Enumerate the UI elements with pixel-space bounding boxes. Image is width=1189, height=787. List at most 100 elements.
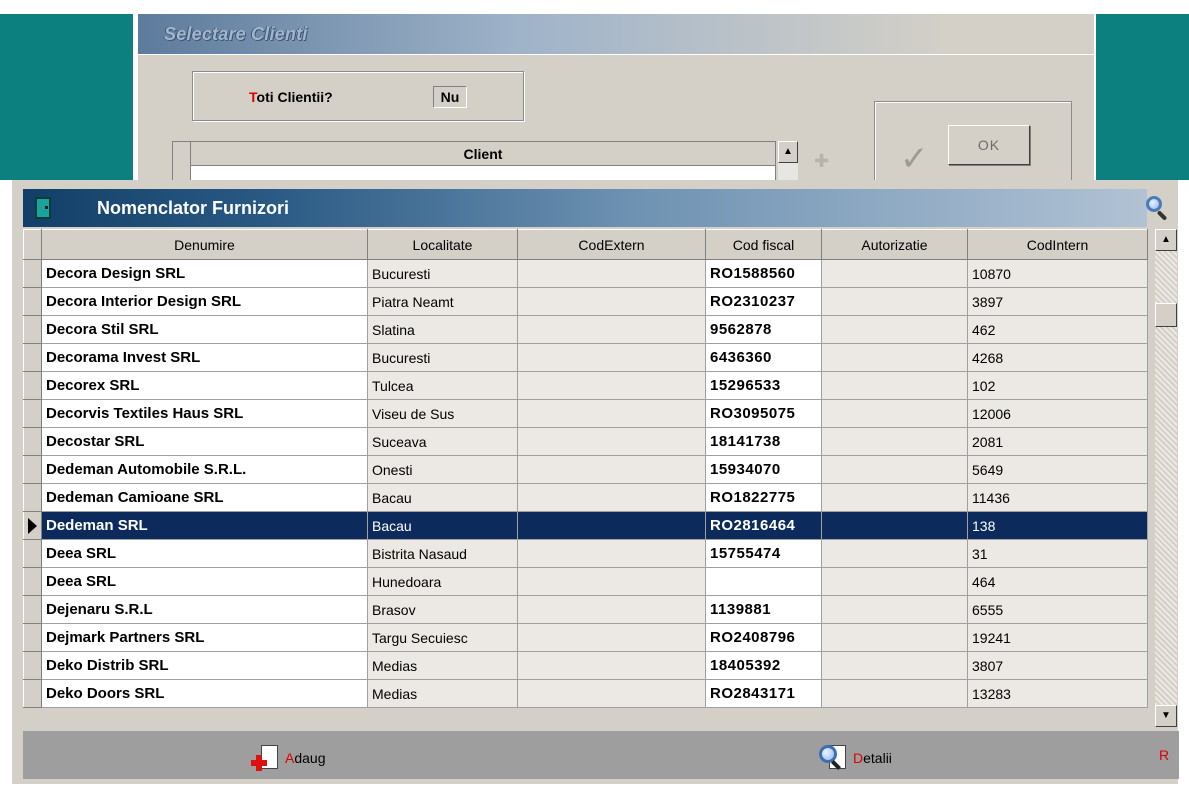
cell-codintern[interactable]: 3897 [967,287,1148,316]
cell-localitate[interactable]: Suceava [367,427,518,456]
cell-codextern[interactable] [517,427,706,456]
suppliers-grid[interactable]: Denumire Localitate CodExtern Cod fiscal… [23,229,1148,729]
row-indicator[interactable] [23,679,42,708]
scroll-thumb[interactable] [1155,303,1177,327]
cell-localitate[interactable]: Targu Secuiesc [367,623,518,652]
cell-codextern[interactable] [517,315,706,344]
scroll-down-button[interactable]: ▼ [1155,705,1177,727]
cell-codextern[interactable] [517,371,706,400]
cell-codextern[interactable] [517,595,706,624]
toti-clientii-value[interactable]: Nu [433,86,467,108]
table-row[interactable]: Decora Design SRL Bucuresti RO1588560 10870 [23,259,1148,288]
cell-cod-fiscal[interactable]: RO2816464 [705,511,822,540]
cell-codintern[interactable]: 462 [967,315,1148,344]
cell-autorizatie[interactable] [821,371,968,400]
cell-denumire[interactable]: Decorex SRL [41,371,368,400]
scroll-up-button[interactable]: ▲ [778,141,798,163]
cell-localitate[interactable]: Medias [367,679,518,708]
ok-button[interactable]: OK [948,125,1030,165]
cell-codextern[interactable] [517,651,706,680]
cell-codextern[interactable] [517,259,706,288]
cell-codintern[interactable]: 4268 [967,343,1148,372]
cell-cod-fiscal[interactable]: RO2843171 [705,679,822,708]
cell-codextern[interactable] [517,567,706,596]
table-row[interactable]: Deko Doors SRL Medias RO2843171 13283 [23,679,1148,708]
cell-localitate[interactable]: Bacau [367,511,518,540]
cell-cod-fiscal[interactable]: 15296533 [705,371,822,400]
cell-autorizatie[interactable] [821,679,968,708]
row-indicator[interactable] [23,567,42,596]
cell-localitate[interactable]: Brasov [367,595,518,624]
cell-cod-fiscal[interactable]: 18141738 [705,427,822,456]
cell-localitate[interactable]: Bacau [367,483,518,512]
cell-codintern[interactable]: 138 [967,511,1148,540]
cell-codextern[interactable] [517,539,706,568]
cell-denumire[interactable]: Decorvis Textiles Haus SRL [41,399,368,428]
table-row[interactable]: Decorex SRL Tulcea 15296533 102 [23,371,1148,400]
table-row[interactable]: Deea SRL Bistrita Nasaud 15755474 31 [23,539,1148,568]
cell-autorizatie[interactable] [821,315,968,344]
detalii-button[interactable]: Detalii [819,743,892,773]
row-indicator[interactable] [23,595,42,624]
column-header-codextern[interactable]: CodExtern [517,229,706,260]
cell-denumire[interactable]: Deko Distrib SRL [41,651,368,680]
row-indicator[interactable] [23,315,42,344]
cell-autorizatie[interactable] [821,539,968,568]
cell-autorizatie[interactable] [821,595,968,624]
cell-denumire[interactable]: Dejenaru S.R.L [41,595,368,624]
cell-denumire[interactable]: Dedeman SRL [41,511,368,540]
table-row[interactable]: Dedeman SRL Bacau RO2816464 138 [23,511,1148,540]
cell-cod-fiscal[interactable]: 15755474 [705,539,822,568]
row-indicator[interactable] [23,483,42,512]
cell-denumire[interactable]: Decora Interior Design SRL [41,287,368,316]
cell-cod-fiscal[interactable] [705,567,822,596]
client-grid[interactable]: Client [172,141,776,182]
cell-codextern[interactable] [517,623,706,652]
table-row[interactable]: Decostar SRL Suceava 18141738 2081 [23,427,1148,456]
row-indicator[interactable] [23,427,42,456]
cell-cod-fiscal[interactable]: 6436360 [705,343,822,372]
table-row[interactable]: Dedeman Camioane SRL Bacau RO1822775 11436 [23,483,1148,512]
cell-denumire[interactable]: Deea SRL [41,567,368,596]
cell-localitate[interactable]: Tulcea [367,371,518,400]
cell-codextern[interactable] [517,511,706,540]
row-indicator[interactable] [23,623,42,652]
cell-denumire[interactable]: Decora Design SRL [41,259,368,288]
cell-localitate[interactable]: Viseu de Sus [367,399,518,428]
cell-autorizatie[interactable] [821,343,968,372]
cell-denumire[interactable]: Deko Doors SRL [41,679,368,708]
cell-cod-fiscal[interactable]: RO1822775 [705,483,822,512]
column-header-codintern[interactable]: CodIntern [967,229,1148,260]
client-column-header[interactable]: Client [191,142,775,166]
adaug-button[interactable]: Adaug [251,743,326,773]
cell-autorizatie[interactable] [821,399,968,428]
cell-codintern[interactable]: 11436 [967,483,1148,512]
cell-cod-fiscal[interactable]: 1139881 [705,595,822,624]
cell-codintern[interactable]: 31 [967,539,1148,568]
cell-codintern[interactable]: 3807 [967,651,1148,680]
row-indicator[interactable] [23,455,42,484]
cell-denumire[interactable]: Dejmark Partners SRL [41,623,368,652]
cell-codintern[interactable]: 2081 [967,427,1148,456]
cell-autorizatie[interactable] [821,287,968,316]
table-row[interactable]: Decora Stil SRL Slatina 9562878 462 [23,315,1148,344]
table-row[interactable]: Dejenaru S.R.L Brasov 1139881 6555 [23,595,1148,624]
cell-localitate[interactable]: Medias [367,651,518,680]
cell-denumire[interactable]: Dedeman Automobile S.R.L. [41,455,368,484]
cell-autorizatie[interactable] [821,483,968,512]
cell-autorizatie[interactable] [821,259,968,288]
cell-codextern[interactable] [517,483,706,512]
cell-denumire[interactable]: Decostar SRL [41,427,368,456]
table-row[interactable]: Decorama Invest SRL Bucuresti 6436360 4268 [23,343,1148,372]
table-row[interactable]: Deea SRL Hunedoara 464 [23,567,1148,596]
row-indicator[interactable] [23,259,42,288]
column-header-denumire[interactable]: Denumire [41,229,368,260]
cell-cod-fiscal[interactable]: 9562878 [705,315,822,344]
cell-codintern[interactable]: 10870 [967,259,1148,288]
cell-autorizatie[interactable] [821,623,968,652]
cell-codintern[interactable]: 464 [967,567,1148,596]
cell-codintern[interactable]: 13283 [967,679,1148,708]
table-row[interactable]: Deko Distrib SRL Medias 18405392 3807 [23,651,1148,680]
cell-localitate[interactable]: Onesti [367,455,518,484]
cell-codextern[interactable] [517,343,706,372]
